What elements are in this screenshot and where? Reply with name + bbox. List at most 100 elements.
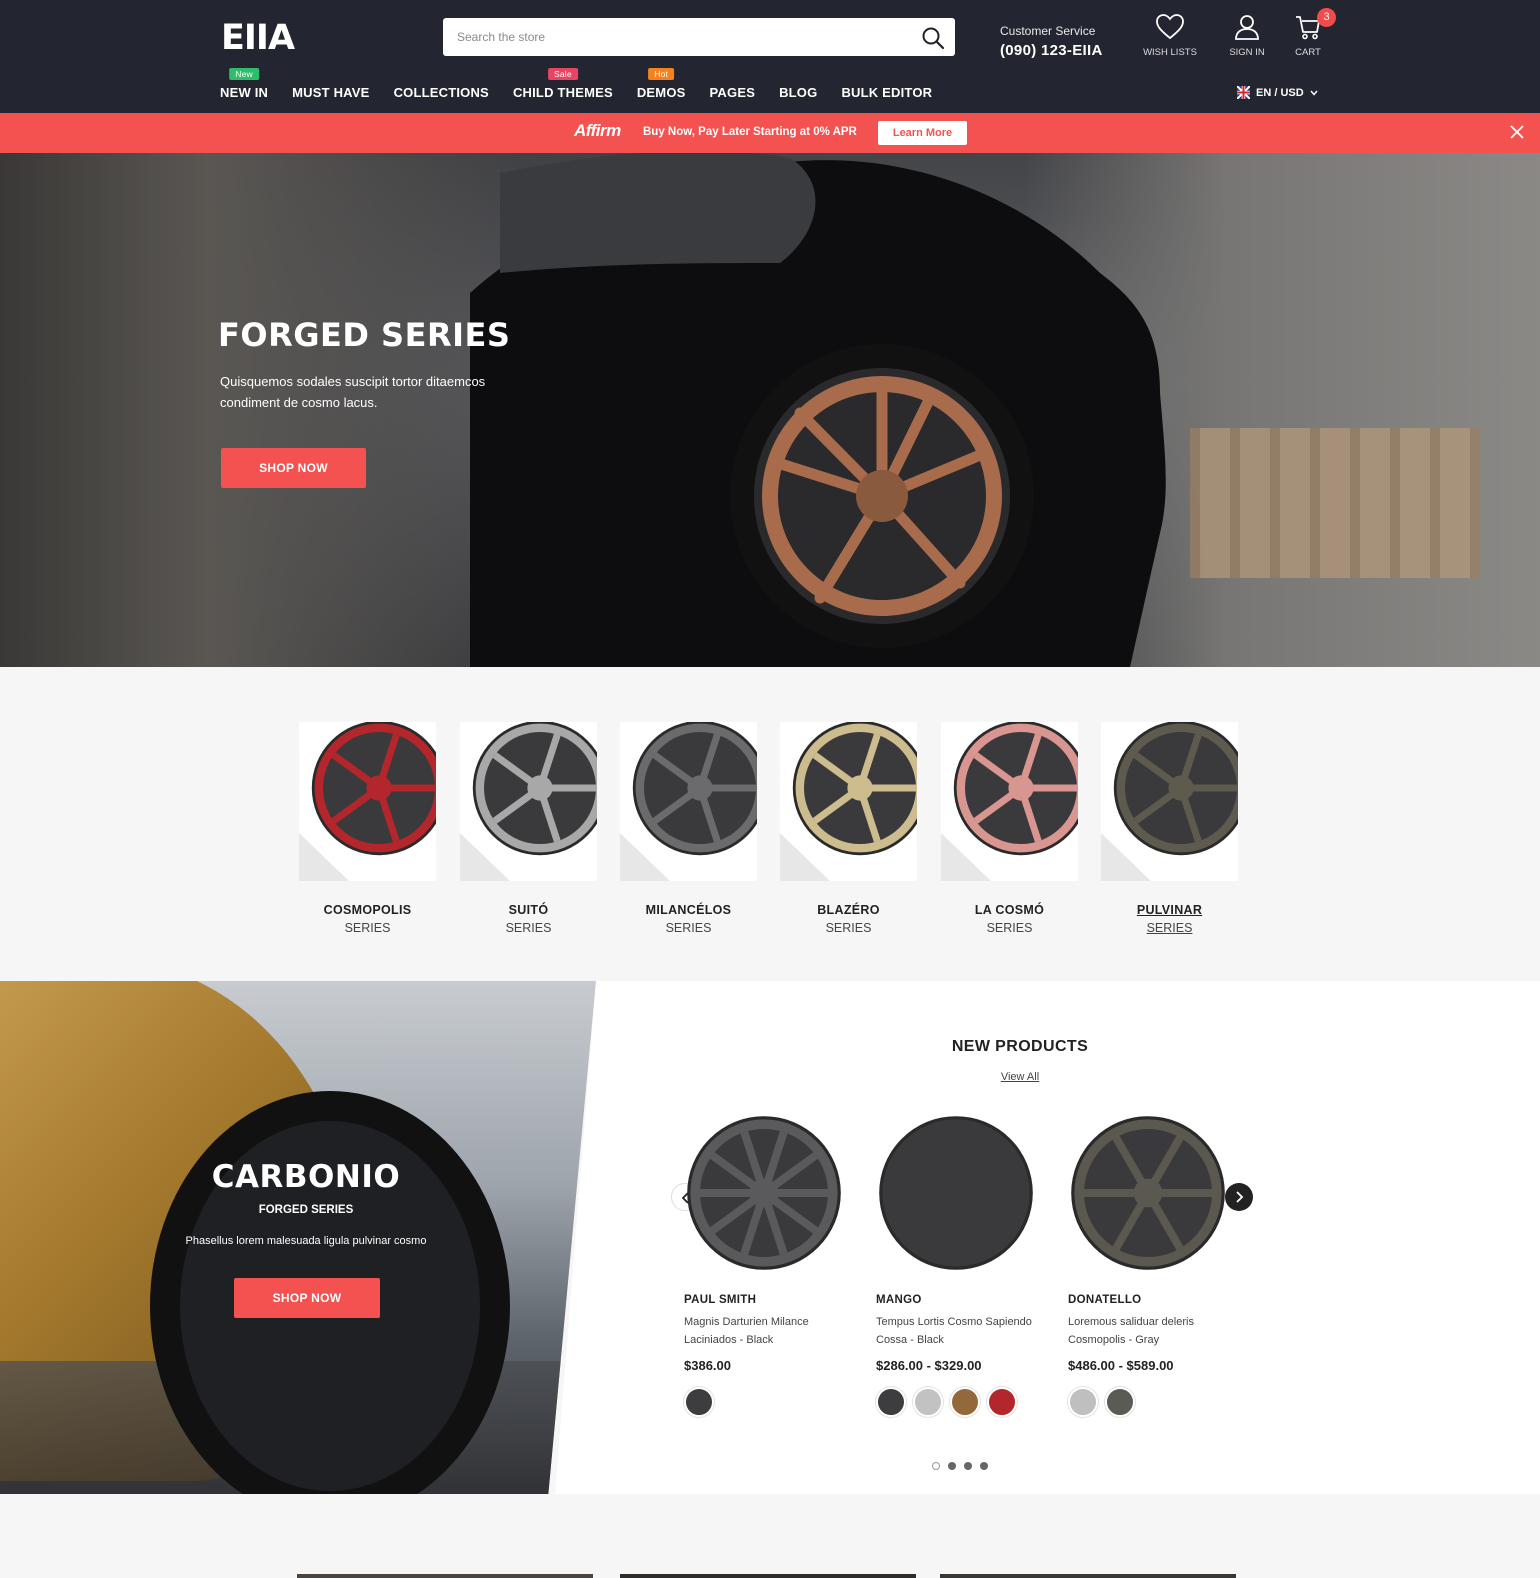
nav-item-label: DEMOS — [636, 85, 686, 100]
user-icon — [1235, 15, 1259, 40]
search-box — [443, 18, 955, 56]
signin-label: SIGN IN — [1229, 47, 1265, 58]
collection-banner[interactable] — [620, 1574, 916, 1578]
carbonio-description: Phasellus lorem malesuada ligula pulvina… — [185, 1235, 427, 1247]
carousel-dot[interactable] — [964, 1462, 972, 1470]
product-brand: DONATELLO — [1068, 1294, 1142, 1306]
close-icon[interactable] — [1510, 125, 1524, 139]
product-card[interactable]: DONATELLO Loremous saliduar deleris Cosmo… — [1068, 1113, 1248, 1417]
series-section: COSMOPOLIS SERIES SUITÓ SERIES MILANCÉLOS SER… — [0, 667, 1540, 981]
series-name: LA COSMÓ — [974, 903, 1045, 917]
cart-count-badge: 3 — [1317, 8, 1336, 27]
nav-item-must-have[interactable]: MUST HAVE — [292, 85, 369, 100]
series-card[interactable]: BLAZÉRO SERIES — [780, 722, 917, 935]
customer-service-label: Customer Service — [1000, 24, 1096, 38]
nav-item-child-themes[interactable]: CHILD THEMES Sale — [512, 68, 613, 100]
search-icon[interactable] — [921, 26, 945, 50]
series-image — [299, 722, 436, 881]
cart-label: CART — [1295, 47, 1321, 58]
hero-shop-now-button[interactable]: SHOP NOW — [221, 448, 366, 488]
color-swatches — [1068, 1387, 1248, 1417]
nav-item-blog[interactable]: BLOG — [779, 85, 817, 100]
product-card[interactable]: MANGO Tempus Lortis Cosmo Sapiendo Cossa … — [876, 1113, 1056, 1417]
site-header: EIIA Customer Service (090) 123-EIIA WIS… — [0, 0, 1540, 113]
wishlist-link[interactable]: WISH LISTS — [1138, 14, 1202, 58]
color-swatches — [876, 1387, 1056, 1417]
learn-more-button[interactable]: Learn More — [878, 121, 967, 145]
color-swatch[interactable] — [1105, 1387, 1135, 1417]
carousel-dot[interactable] — [948, 1462, 956, 1470]
product-brand: MANGO — [876, 1294, 922, 1306]
series-card[interactable]: MILANCÉLOS SERIES — [620, 722, 757, 935]
signin-link[interactable]: SIGN IN — [1215, 14, 1279, 58]
color-swatch[interactable] — [950, 1387, 980, 1417]
product-image[interactable] — [684, 1113, 854, 1273]
nav-badge: Sale — [547, 68, 578, 80]
promo-bar: Affirm Buy Now, Pay Later Starting at 0%… — [0, 113, 1540, 153]
color-swatch[interactable] — [684, 1387, 714, 1417]
nav-item-label: COLLECTIONS — [393, 85, 489, 100]
wheel-image — [311, 722, 436, 856]
wheel-image — [1071, 1116, 1225, 1270]
search-input[interactable] — [457, 18, 897, 56]
view-all-link[interactable]: View All — [555, 1071, 1485, 1083]
color-swatch[interactable] — [987, 1387, 1017, 1417]
nav-item-pages[interactable]: PAGES — [710, 85, 756, 100]
wishlist-label: WISH LISTS — [1143, 47, 1197, 58]
series-name: MILANCÉLOS — [645, 903, 732, 917]
color-swatch[interactable] — [876, 1387, 906, 1417]
main-nav: NEW IN New MUST HAVE COLLECTIONS CHILD THEME… — [220, 68, 932, 100]
series-sub: SERIES — [986, 921, 1033, 935]
product-name[interactable]: Magnis Darturien Milance Laciniados - Bl… — [684, 1313, 854, 1349]
carousel-dot[interactable] — [932, 1462, 940, 1470]
heart-icon — [1156, 14, 1184, 40]
language-currency-selector[interactable]: EN / USD — [1237, 86, 1318, 99]
wheel-image — [632, 722, 757, 856]
product-name[interactable]: Loremous saliduar deleris Cosmopolis - G… — [1068, 1313, 1238, 1349]
nav-item-new-in[interactable]: NEW IN New — [220, 68, 268, 100]
nav-item-label: CHILD THEMES — [512, 85, 613, 100]
nav-item-demos[interactable]: DEMOS Hot — [636, 68, 686, 100]
wheel-image — [953, 722, 1078, 856]
cart-link[interactable]: CART 3 — [1276, 8, 1340, 58]
series-image — [1101, 722, 1238, 881]
nav-item-label: MUST HAVE — [292, 85, 370, 100]
series-sub: SERIES — [1146, 921, 1193, 935]
nav-item-label: PAGES — [709, 85, 756, 100]
nav-item-collections[interactable]: COLLECTIONS — [394, 85, 489, 100]
series-card[interactable]: PULVINAR SERIES — [1101, 722, 1238, 935]
product-card[interactable]: PAUL SMITH Magnis Darturien Milance Lacin… — [684, 1113, 864, 1417]
product-image[interactable] — [876, 1113, 1046, 1273]
series-card[interactable]: LA COSMÓ SERIES — [941, 722, 1078, 935]
customer-service-phone[interactable]: (090) 123-EIIA — [1000, 42, 1103, 59]
product-price: $486.00 - $589.00 — [1068, 1358, 1174, 1373]
collection-banner[interactable] — [940, 1574, 1236, 1578]
series-sub: SERIES — [344, 921, 391, 935]
nav-badge: New — [229, 68, 259, 80]
product-price: $386.00 — [684, 1358, 731, 1373]
carousel-dots — [932, 1462, 988, 1470]
nav-item-bulk-editor[interactable]: BULK EDITOR — [841, 85, 932, 100]
series-sub: SERIES — [505, 921, 552, 935]
site-logo[interactable]: EIIA — [221, 18, 295, 58]
promo-text: Buy Now, Pay Later Starting at 0% APR — [643, 126, 857, 138]
series-card[interactable]: COSMOPOLIS SERIES — [299, 722, 436, 935]
series-sub: SERIES — [825, 921, 872, 935]
series-card[interactable]: SUITÓ SERIES — [460, 722, 597, 935]
color-swatch[interactable] — [913, 1387, 943, 1417]
carousel-dot[interactable] — [980, 1462, 988, 1470]
carbonio-shop-now-button[interactable]: SHOP NOW — [234, 1278, 380, 1318]
carbonio-promo: CARBONIO FORGED SERIES Phasellus lorem m… — [0, 981, 596, 1494]
next-section — [0, 1494, 1540, 1578]
color-swatch[interactable] — [1068, 1387, 1098, 1417]
series-image — [780, 722, 917, 881]
color-swatches — [684, 1387, 864, 1417]
series-image — [620, 722, 757, 881]
collection-banner[interactable] — [297, 1574, 593, 1578]
product-image[interactable] — [1068, 1113, 1238, 1273]
product-price: $286.00 - $329.00 — [876, 1358, 982, 1373]
product-name[interactable]: Tempus Lortis Cosmo Sapiendo Cossa - Bla… — [876, 1313, 1046, 1349]
chevron-down-icon — [1310, 90, 1318, 96]
hero-banner: FORGED SERIES Quisquemos sodales suscipi… — [0, 153, 1540, 667]
series-sub: SERIES — [665, 921, 712, 935]
